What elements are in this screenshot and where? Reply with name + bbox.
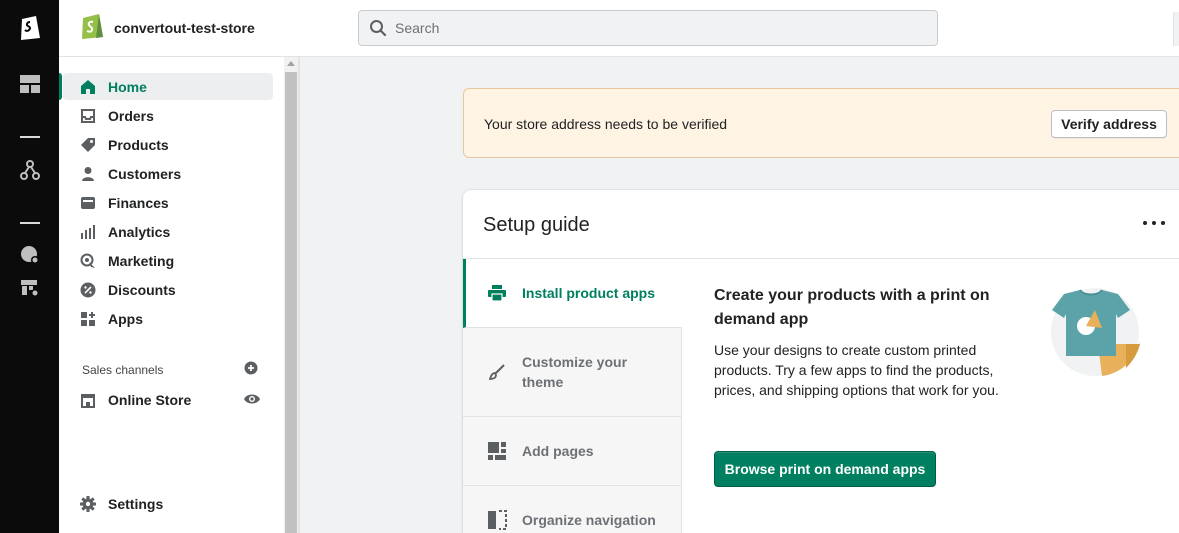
step-customize-theme[interactable]: Customize your theme xyxy=(463,328,682,417)
bar-chart-icon xyxy=(79,223,97,241)
sidebar-scrollbar[interactable] xyxy=(284,57,298,533)
sidebar-item-label: Customers xyxy=(108,165,182,182)
sales-channels-heading: Sales channels xyxy=(82,363,164,377)
tshirt-illustration xyxy=(1038,288,1144,380)
sidebar-item-label: Online Store xyxy=(108,391,192,408)
store-logo-icon[interactable] xyxy=(79,12,105,40)
dashboard-icon[interactable] xyxy=(17,71,43,97)
verify-address-button[interactable]: Verify address xyxy=(1051,110,1167,138)
organization-icon[interactable] xyxy=(17,157,43,183)
sidebar-item-label: Home xyxy=(108,78,147,95)
step-label: Organize navigation xyxy=(522,512,656,528)
scrollbar-thumb[interactable] xyxy=(285,72,297,533)
setup-guide-card: Setup guide Install product apps Customi… xyxy=(463,190,1179,533)
step-label: Install product apps xyxy=(522,285,656,301)
pages-icon xyxy=(487,441,507,461)
search-input[interactable] xyxy=(395,20,895,36)
sidebar-item-label: Settings xyxy=(108,495,164,512)
apps-settings-icon[interactable] xyxy=(17,275,43,301)
sidebar-item-label: Orders xyxy=(108,107,154,124)
sidebar-item-label: Finances xyxy=(108,194,169,211)
sidebar-item-analytics[interactable]: Analytics xyxy=(63,218,273,245)
setup-guide-title: Setup guide xyxy=(483,214,590,236)
sidebar-item-label: Apps xyxy=(108,310,143,327)
store-name[interactable]: convertout-test-store xyxy=(114,20,255,36)
rail-divider xyxy=(20,136,40,138)
step-add-pages[interactable]: Add pages xyxy=(463,417,682,486)
sidebar-item-label: Marketing xyxy=(108,252,175,269)
sidebar-item-settings[interactable]: Settings xyxy=(63,490,273,517)
sidebar-item-label: Discounts xyxy=(108,281,176,298)
printer-icon xyxy=(487,283,507,303)
marketing-icon xyxy=(79,252,97,270)
home-icon xyxy=(79,78,97,96)
navigation-icon xyxy=(487,510,507,530)
address-verification-banner: Your store address needs to be verified … xyxy=(463,88,1179,158)
sidebar-item-online-store[interactable]: Online Store xyxy=(63,386,273,413)
banner-text: Your store address needs to be verified xyxy=(484,116,728,132)
storefront-icon xyxy=(79,391,97,409)
shopify-logo-icon[interactable] xyxy=(17,14,43,40)
step-label: Customize your theme xyxy=(522,354,628,390)
sidebar-item-label: Products xyxy=(108,136,169,153)
sidebar-item-orders[interactable]: Orders xyxy=(63,102,273,129)
more-actions-icon[interactable] xyxy=(1143,215,1165,231)
step-install-product-apps[interactable]: Install product apps xyxy=(463,259,682,328)
apps-icon xyxy=(79,310,97,328)
store-settings-icon[interactable] xyxy=(17,242,43,268)
tag-icon xyxy=(79,136,97,154)
step-organize-navigation[interactable]: Organize navigation xyxy=(463,486,682,533)
add-channel-icon[interactable] xyxy=(244,361,258,375)
eye-icon[interactable] xyxy=(243,392,261,406)
wallet-icon xyxy=(79,194,97,212)
gear-icon xyxy=(79,495,97,513)
brush-icon xyxy=(487,362,507,382)
app-rail xyxy=(0,0,59,533)
main-divider xyxy=(298,57,300,533)
rail-divider xyxy=(20,222,40,224)
step-detail-title: Create your products with a print on dem… xyxy=(714,287,990,328)
step-detail-description: Use your designs to create custom printe… xyxy=(714,342,999,398)
step-label: Add pages xyxy=(522,443,594,459)
discount-icon xyxy=(79,281,97,299)
sidebar-item-products[interactable]: Products xyxy=(63,131,273,158)
person-icon xyxy=(79,165,97,183)
sidebar-item-finances[interactable]: Finances xyxy=(63,189,273,216)
search-icon xyxy=(370,20,387,37)
search-bar[interactable] xyxy=(358,10,938,46)
sidebar: Home Orders Products Customers Finances … xyxy=(59,57,284,533)
sidebar-item-customers[interactable]: Customers xyxy=(63,160,273,187)
sidebar-item-label: Analytics xyxy=(108,223,171,240)
sidebar-item-discounts[interactable]: Discounts xyxy=(63,276,273,303)
scroll-up-arrow-icon[interactable] xyxy=(287,61,295,66)
sidebar-item-home[interactable]: Home xyxy=(59,73,273,100)
sidebar-item-apps[interactable]: Apps xyxy=(63,305,273,332)
top-bar: convertout-test-store xyxy=(59,0,1179,57)
orders-icon xyxy=(79,107,97,125)
setup-steps-list: Install product apps Customize your them… xyxy=(463,259,682,533)
sidebar-item-marketing[interactable]: Marketing xyxy=(63,247,273,274)
topbar-edge xyxy=(1173,12,1179,46)
browse-print-on-demand-apps-button[interactable]: Browse print on demand apps xyxy=(714,451,936,487)
